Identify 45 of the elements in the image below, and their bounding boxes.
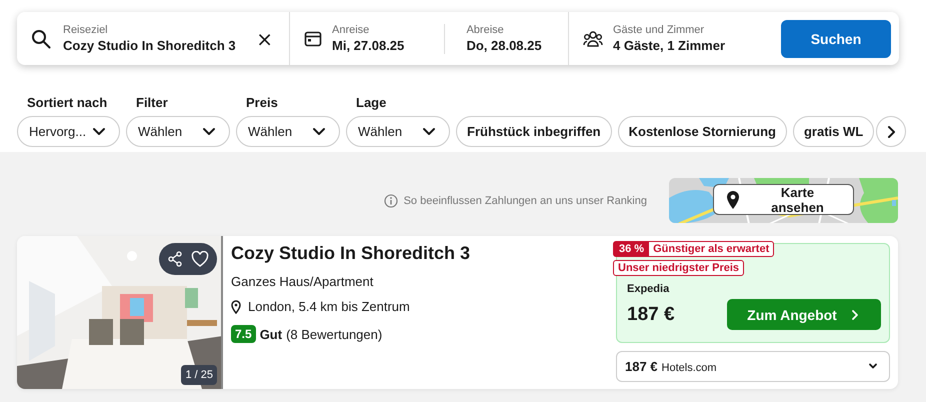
provider-name: Expedia <box>627 283 670 295</box>
property-type: Ganzes Haus/Apartment <box>231 274 374 289</box>
pin-icon <box>231 300 241 314</box>
price: 187 € <box>627 304 675 326</box>
filter-label: Sortiert nach <box>26 95 108 110</box>
people-icon <box>583 30 603 48</box>
filter-label: Lage <box>355 95 388 110</box>
field-label: Gäste und Zimmer <box>613 24 706 36</box>
filter-dropdown[interactable]: Wählen <box>126 116 230 147</box>
field-label: Reiseziel <box>63 24 109 36</box>
discount-badge: 36 % Günstiger als erwartet <box>613 241 774 257</box>
clear-button[interactable]: × <box>254 28 275 48</box>
filter-chip[interactable]: Kostenlose Stornierung <box>618 116 787 147</box>
listing-title[interactable]: Cozy Studio In Shoreditch 3 <box>231 243 470 264</box>
review-count: (8 Bewertungen) <box>286 326 382 342</box>
calendar-icon <box>304 30 322 48</box>
info-icon <box>384 194 398 208</box>
field-label: Anreise <box>332 24 370 36</box>
filter-chip[interactable]: gratis WL <box>792 116 874 147</box>
rating-score: 7.5 <box>231 325 256 343</box>
map-button[interactable]: Karte ansehen <box>713 184 854 215</box>
field-label: Abreise <box>466 24 505 36</box>
deal-button[interactable]: Zum Angebot <box>727 299 881 330</box>
ranking-link[interactable]: So beeinflussen Zahlungen an uns unser Ranking <box>404 194 647 206</box>
filter-dropdown[interactable]: Wählen <box>346 116 450 147</box>
filter-label: Filter <box>135 95 169 110</box>
next-button[interactable] <box>876 116 906 147</box>
price-badge: Unser niedrigster Preis <box>613 260 744 276</box>
search-button[interactable]: Suchen <box>781 20 891 58</box>
pin-icon <box>726 190 740 210</box>
heart-icon <box>191 251 209 267</box>
filter-label: Preis <box>245 95 279 110</box>
field-value[interactable]: 4 Gäste, 1 Zimmer <box>613 38 725 53</box>
field-value[interactable]: Cozy Studio In Shoreditch 3 <box>63 38 236 53</box>
other-offer-dropdown[interactable]: 187 € Hotels.com <box>616 350 890 382</box>
filter-dropdown[interactable]: Hervorg... <box>17 116 120 147</box>
rating-label: Gut <box>260 326 282 342</box>
location-text: London, 5.4 km bis Zentrum <box>248 299 410 314</box>
filter-chip[interactable]: Frühstück inbegriffen <box>456 116 612 147</box>
share-icon <box>167 251 183 267</box>
filter-dropdown[interactable]: Wählen <box>236 116 340 147</box>
field-value[interactable]: Do, 28.08.25 <box>466 38 542 53</box>
field-value[interactable]: Mi, 27.08.25 <box>332 38 404 53</box>
photo-counter: 1 / 25 <box>181 365 217 385</box>
search-icon <box>31 28 51 48</box>
